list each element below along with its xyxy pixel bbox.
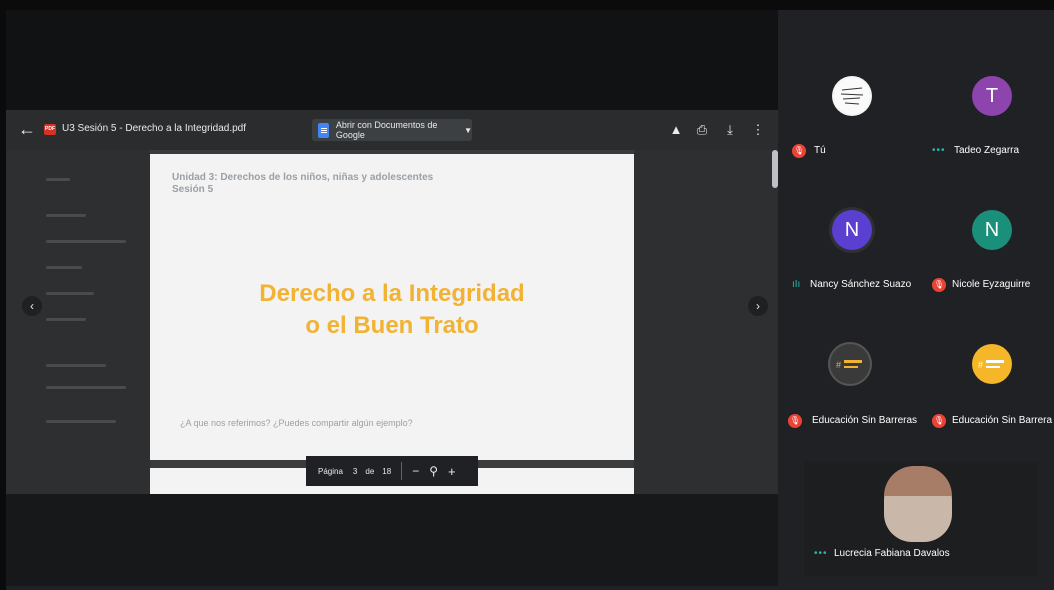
avatar: N	[972, 210, 1012, 250]
speaking-dots-icon: •••	[814, 548, 828, 559]
participant-name: Tú	[814, 145, 826, 156]
pdf-viewer: ← PDF U3 Sesión 5 - Derecho a la Integri…	[6, 110, 778, 494]
file-title: U3 Sesión 5 - Derecho a la Integridad.pd…	[62, 123, 246, 134]
logo-avatar: #	[830, 344, 870, 384]
chevron-down-icon: ▼	[464, 125, 472, 135]
total-pages: 18	[382, 466, 392, 476]
page-of-label: de	[365, 466, 375, 476]
participant-name: Lucrecia Fabiana Davalos	[834, 548, 950, 559]
speaking-dots-icon: •••	[932, 145, 946, 156]
participant-tile[interactable]: T ••• Tadeo Zegarra	[922, 70, 1050, 198]
open-with-button[interactable]: Abrir con Documentos de Google ▼	[312, 119, 472, 141]
video-tile[interactable]: ••• Lucrecia Fabiana Davalos	[804, 462, 1038, 576]
participant-name: Nicole Eyzaguirre	[952, 279, 1031, 290]
participant-tile[interactable]: N 🎙 Nicole Eyzaguirre	[922, 204, 1050, 332]
avatar-image	[832, 76, 872, 116]
participant-name: Educación Sin Barreras	[812, 415, 918, 426]
participant-tile[interactable]: N ıIı Nancy Sánchez Suazo	[782, 204, 912, 332]
participant-name: Tadeo Zegarra	[954, 145, 1020, 156]
audio-level-icon: ıIı	[792, 279, 801, 290]
title-line-2: o el Buen Trato	[305, 312, 479, 339]
svg-text:#: #	[836, 360, 841, 370]
title-line-1: Derecho a la Integridad	[259, 280, 525, 307]
mic-off-icon: 🎙	[932, 414, 946, 428]
svg-text:#: #	[978, 360, 983, 370]
session-text: Sesión 5	[172, 184, 214, 195]
avatar: N	[832, 210, 872, 250]
download-icon[interactable]: ⤓	[722, 122, 738, 138]
pdf-page: Unidad 3: Derechos de los niños, niñas y…	[150, 154, 634, 460]
participant-name: Educación Sin Barrera	[952, 415, 1053, 426]
zoom-in-button[interactable]: +	[448, 464, 456, 479]
logo-avatar: #	[972, 344, 1012, 384]
page-label: Página	[318, 466, 343, 476]
slide-question: ¿A que nos referimos? ¿Puedes compartir …	[180, 418, 413, 428]
unit-heading: Unidad 3: Derechos de los niños, niñas y…	[172, 172, 433, 196]
participant-tile[interactable]: 🎙 Tú	[782, 70, 910, 198]
zoom-out-button[interactable]: −	[412, 464, 419, 478]
top-dark-area	[6, 10, 778, 110]
background-doc-left	[6, 150, 150, 494]
participant-name: Nancy Sánchez Suazo	[810, 279, 912, 290]
next-page-button[interactable]: ›	[748, 296, 768, 316]
video-hair	[884, 466, 952, 496]
unit-text: Unidad 3: Derechos de los niños, niñas y…	[172, 172, 434, 183]
zoom-icon: ⚲	[429, 464, 438, 478]
bottom-dark-area	[6, 494, 778, 586]
participant-tile[interactable]: # 🎙 Educación Sin Barrera	[922, 340, 1053, 468]
pdf-file-icon: PDF	[44, 124, 56, 135]
mic-off-icon: 🎙	[932, 278, 946, 292]
print-icon[interactable]: ⎙	[694, 122, 710, 138]
current-page[interactable]: 3	[353, 467, 357, 476]
google-docs-icon	[318, 122, 329, 138]
page-controls: Página 3 de 18 − ⚲ +	[306, 456, 478, 486]
back-arrow-icon[interactable]: ←	[18, 120, 36, 138]
open-with-label: Abrir con Documentos de Google	[335, 120, 438, 140]
viewer-toolbar: ← PDF U3 Sesión 5 - Derecho a la Integri…	[6, 110, 778, 150]
more-icon[interactable]: ⋮	[750, 122, 766, 138]
participant-tile[interactable]: # 🎙 Educación Sin Barreras	[782, 340, 917, 468]
divider	[401, 462, 403, 480]
mic-off-icon: 🎙	[788, 414, 802, 428]
background-doc-right	[634, 150, 778, 494]
avatar: T	[972, 76, 1012, 116]
mic-off-icon: 🎙	[792, 144, 806, 158]
slide-title: Derecho a la Integridad o el Buen Trato	[150, 278, 634, 342]
previous-page-button[interactable]: ‹	[22, 296, 42, 316]
add-to-drive-icon[interactable]: ▲	[668, 122, 684, 138]
